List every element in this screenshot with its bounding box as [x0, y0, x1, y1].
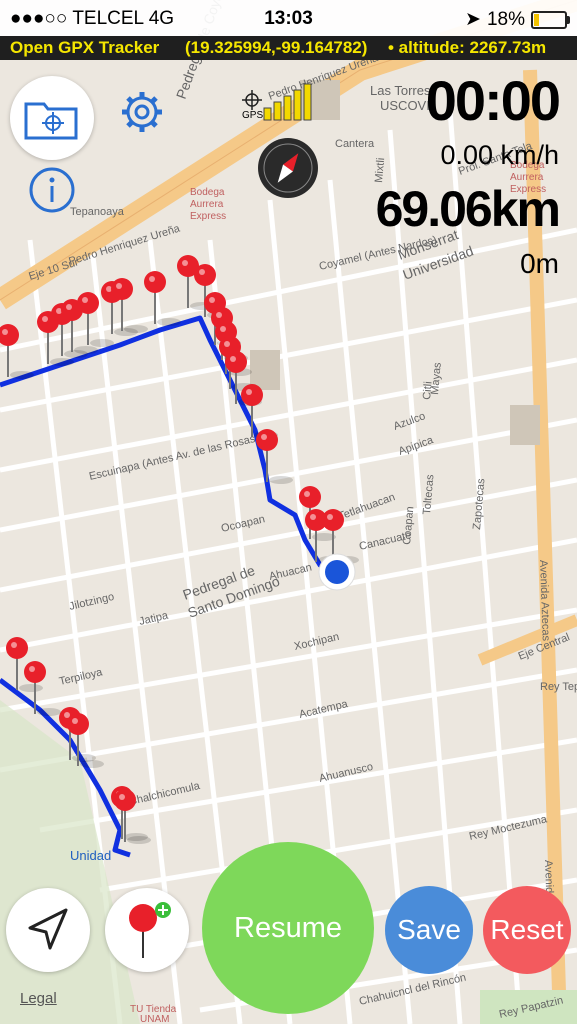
- add-pin-button[interactable]: [105, 888, 189, 972]
- svg-text:Aurrera: Aurrera: [190, 199, 224, 210]
- status-bar: ●●●○○ TELCEL 4G 13:03 ➤ 18%: [0, 0, 577, 36]
- compass-icon: [258, 138, 318, 198]
- svg-text:Rey Tepac: Rey Tepac: [540, 681, 577, 693]
- waypoint-pin[interactable]: [225, 351, 247, 373]
- svg-text:UNAM: UNAM: [140, 1014, 169, 1024]
- pin-highlight: [310, 514, 316, 520]
- waypoint-pin[interactable]: [6, 637, 28, 659]
- waypoint-pin[interactable]: [322, 509, 344, 531]
- waypoint-pin[interactable]: [111, 278, 133, 300]
- pin-shadow: [37, 708, 61, 716]
- pin-highlight: [182, 260, 188, 266]
- info-button[interactable]: [28, 166, 76, 214]
- pin-highlight: [116, 283, 122, 289]
- pin-highlight: [82, 297, 88, 303]
- gps-signal-indicator: GPS: [240, 80, 335, 122]
- pin-shadow: [90, 339, 114, 347]
- add-pin-icon: [129, 902, 171, 958]
- svg-text:Bodega: Bodega: [190, 187, 225, 198]
- gear-icon: [122, 92, 162, 132]
- current-speed: 0.00 km/h: [440, 140, 559, 170]
- pin-highlight: [230, 356, 236, 362]
- save-button[interactable]: Save: [385, 886, 473, 974]
- resume-button[interactable]: Resume: [202, 842, 374, 1014]
- pin-shadow: [10, 371, 34, 379]
- compass[interactable]: [256, 136, 320, 200]
- waypoint-pin[interactable]: [114, 789, 136, 811]
- svg-text:Las Torres: Las Torres: [370, 83, 431, 98]
- pin-highlight: [29, 666, 35, 672]
- waypoint-pin[interactable]: [24, 661, 46, 683]
- pin-highlight: [149, 276, 155, 282]
- pin-shadow: [19, 684, 43, 692]
- waypoint-pin[interactable]: [67, 713, 89, 735]
- battery-percent: 18%: [486, 8, 525, 30]
- pin-shadow: [157, 318, 181, 326]
- current-location-dot: [325, 560, 349, 584]
- pin-highlight: [327, 514, 333, 520]
- pin-highlight: [64, 712, 70, 718]
- pin-highlight: [66, 304, 72, 310]
- pin-highlight: [220, 326, 226, 332]
- altitude-readout: • altitude: 2267.73m: [388, 38, 547, 57]
- pin-shadow: [80, 760, 104, 768]
- settings-button[interactable]: [118, 88, 166, 136]
- pin-shadow: [127, 836, 151, 844]
- location-arrow-status-icon: ➤: [465, 9, 481, 30]
- app-title: Open GPX Tracker: [10, 38, 160, 57]
- pin-highlight: [209, 297, 215, 303]
- total-distance: 69.06km: [375, 181, 561, 237]
- waypoint-pin[interactable]: [77, 292, 99, 314]
- waypoint-pin[interactable]: [256, 429, 278, 451]
- pin-highlight: [42, 316, 48, 322]
- pin-highlight: [72, 718, 78, 724]
- pin-highlight: [261, 434, 267, 440]
- follow-user-button[interactable]: [6, 888, 90, 972]
- pin-highlight: [304, 491, 310, 497]
- reset-button[interactable]: Reset: [483, 886, 571, 974]
- pin-highlight: [216, 312, 222, 318]
- pin-highlight: [2, 329, 8, 335]
- pin-shadow: [124, 325, 148, 333]
- pin-highlight: [11, 642, 17, 648]
- segment-distance: 0m: [520, 248, 559, 279]
- folder-crosshair-icon: [24, 102, 78, 140]
- battery-icon: [531, 10, 570, 29]
- pin-shadow: [269, 476, 293, 484]
- waypoint-pin[interactable]: [144, 271, 166, 293]
- waypoint-pin[interactable]: [194, 264, 216, 286]
- location-arrow-icon: [28, 908, 68, 950]
- pin-shadow: [50, 358, 74, 366]
- waypoint-pin[interactable]: [299, 486, 321, 508]
- svg-text:Citli: Citli: [421, 381, 435, 400]
- svg-text:Express: Express: [190, 211, 226, 222]
- svg-text:Tepanoaya: Tepanoaya: [70, 206, 125, 218]
- pin-highlight: [246, 389, 252, 395]
- elapsed-time: 00:00: [425, 69, 561, 132]
- svg-text:USCOVI: USCOVI: [380, 98, 430, 113]
- svg-text:Unidad: Unidad: [70, 848, 111, 863]
- folder-button[interactable]: [10, 76, 94, 160]
- title-bar: Open GPX Tracker (19.325994,-99.164782) …: [0, 36, 577, 60]
- coordinates-readout: (19.325994,-99.164782): [185, 38, 368, 57]
- pin-highlight: [119, 794, 125, 800]
- waypoint-pin[interactable]: [241, 384, 263, 406]
- legal-link[interactable]: Legal: [20, 990, 57, 1007]
- svg-text:Cantera: Cantera: [335, 138, 375, 150]
- info-icon: [29, 167, 75, 213]
- pin-highlight: [224, 341, 230, 347]
- pin-highlight: [199, 269, 205, 275]
- pin-shadow: [74, 346, 98, 354]
- gps-label: GPS: [242, 110, 264, 121]
